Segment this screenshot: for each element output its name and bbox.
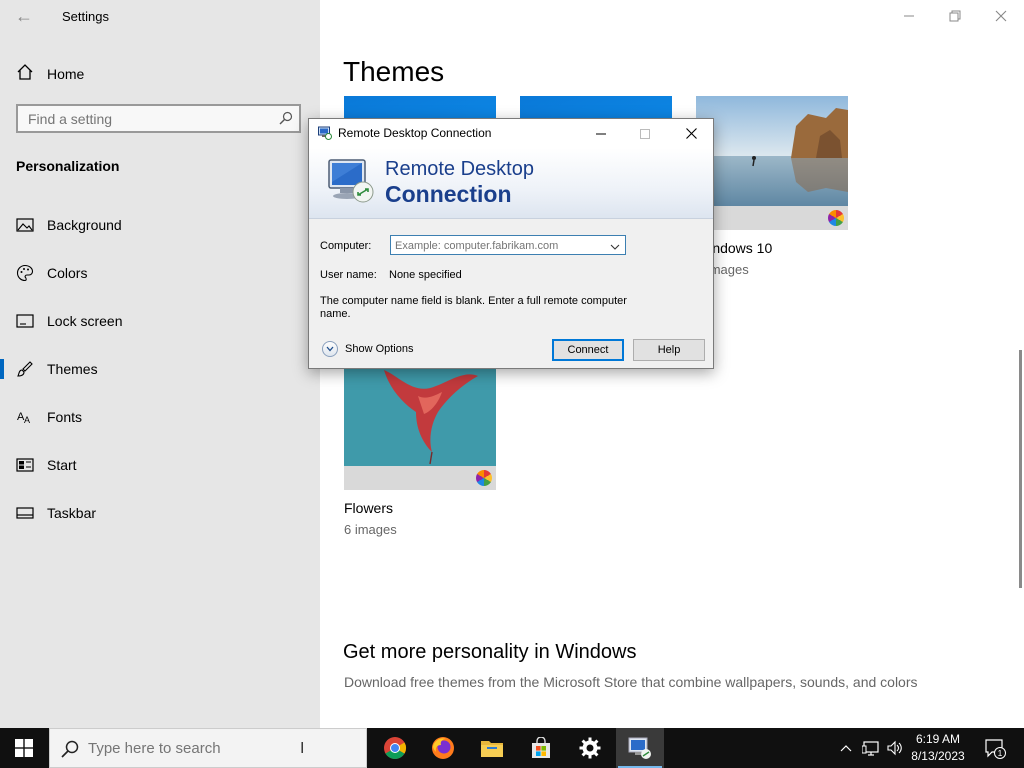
close-button[interactable] xyxy=(978,0,1024,32)
find-setting-input[interactable] xyxy=(18,106,278,131)
start-icon xyxy=(16,456,34,474)
dialog-minimize-button[interactable] xyxy=(579,119,623,148)
taskbar-icon xyxy=(16,504,34,522)
notification-badge: 1 xyxy=(998,748,1003,758)
theme-name: Windows 10 xyxy=(696,240,773,256)
page-title: Themes xyxy=(343,56,445,87)
dialog-title: Remote Desktop Connection xyxy=(338,126,492,140)
more-personality-description: Download free themes from the Microsoft … xyxy=(344,674,918,690)
theme-thumbnail-beach xyxy=(696,96,848,206)
clock-date: 8/13/2023 xyxy=(911,749,965,763)
find-setting-box xyxy=(16,104,301,133)
chevron-down-icon[interactable] xyxy=(610,239,620,257)
sidebar-item-lock-screen[interactable]: Lock screen xyxy=(0,305,320,337)
settings-gear-icon[interactable] xyxy=(566,728,614,768)
clock-time: 6:19 AM xyxy=(915,732,961,746)
banner-line-2: Connection xyxy=(385,181,512,207)
taskbar: I xyxy=(0,728,1024,768)
expand-chevron-icon xyxy=(322,341,338,357)
theme-image-count: 6 images xyxy=(344,522,397,537)
system-clock[interactable]: 6:19 AM 8/13/2023 xyxy=(902,731,974,765)
show-options-label: Show Options xyxy=(345,343,414,355)
dialog-titlebar[interactable]: Remote Desktop Connection xyxy=(309,119,713,148)
sidebar-item-label: Colors xyxy=(47,265,88,281)
theme-bar xyxy=(696,206,848,230)
section-title: Personalization xyxy=(16,158,120,174)
color-wheel-icon xyxy=(828,210,844,226)
help-button[interactable]: Help xyxy=(633,339,705,361)
show-hidden-icons-chevron-icon[interactable] xyxy=(836,728,856,768)
windows-logo-icon xyxy=(15,739,33,757)
app-title: Settings xyxy=(62,9,109,24)
start-button[interactable] xyxy=(0,728,48,768)
sidebar-item-colors[interactable]: Colors xyxy=(0,257,320,289)
nav-home[interactable]: Home xyxy=(16,62,84,86)
lock-screen-icon xyxy=(16,312,34,330)
more-personality-title: Get more personality in Windows xyxy=(343,641,637,663)
sidebar-item-label: Start xyxy=(47,457,77,473)
computer-combobox[interactable] xyxy=(390,235,626,255)
sidebar-item-fonts[interactable]: AA Fonts xyxy=(0,401,320,433)
sidebar-item-label: Fonts xyxy=(47,409,83,425)
sidebar-item-themes[interactable]: Themes xyxy=(0,353,320,385)
sidebar-item-label: Background xyxy=(47,217,122,233)
username-label: User name: xyxy=(320,269,377,281)
theme-thumbnail-flowers xyxy=(344,356,496,466)
search-icon[interactable] xyxy=(279,111,293,130)
font-icon: AA xyxy=(16,408,34,426)
file-explorer-icon[interactable] xyxy=(468,728,516,768)
picture-icon xyxy=(16,216,34,234)
theme-image-count: 5 images xyxy=(696,262,749,277)
remote-desktop-icon xyxy=(318,126,332,145)
remote-desktop-dialog: Remote Desktop Connection Remote Desktop… xyxy=(308,118,714,369)
search-icon xyxy=(60,739,80,764)
back-arrow-icon[interactable]: ← xyxy=(12,4,36,28)
sidebar-item-label: Lock screen xyxy=(47,313,123,329)
network-icon[interactable] xyxy=(860,728,882,768)
username-value: None specified xyxy=(389,269,462,281)
theme-name: Flowers xyxy=(344,500,394,516)
banner-line-1: Remote Desktop xyxy=(385,158,534,180)
remote-desktop-logo-icon xyxy=(325,156,377,211)
sidebar-item-label: Taskbar xyxy=(47,505,97,521)
home-icon xyxy=(16,63,38,86)
sidebar-item-background[interactable]: Background xyxy=(0,209,320,241)
theme-card-flowers[interactable]: Flowers 6 images xyxy=(344,356,496,537)
dialog-close-button[interactable] xyxy=(669,119,713,148)
show-options-toggle[interactable]: Show Options xyxy=(322,341,413,357)
brush-icon xyxy=(16,360,34,378)
restore-button[interactable] xyxy=(932,0,978,32)
theme-card-windows-10[interactable]: Windows 10 5 images xyxy=(696,96,848,277)
dialog-maximize-button xyxy=(623,119,667,148)
microsoft-store-icon[interactable] xyxy=(517,728,565,768)
chrome-icon[interactable] xyxy=(371,728,419,768)
sidebar-item-label: Themes xyxy=(47,361,98,377)
action-center-icon[interactable]: 1 xyxy=(980,728,1010,768)
palette-icon xyxy=(16,264,34,282)
remote-desktop-taskbar-icon[interactable] xyxy=(616,728,664,768)
scrollbar[interactable] xyxy=(1019,350,1022,588)
svg-text:A: A xyxy=(24,415,30,425)
taskbar-search-box[interactable]: I xyxy=(49,728,367,768)
minimize-button[interactable] xyxy=(886,0,932,32)
color-wheel-icon xyxy=(476,470,492,486)
connect-button[interactable]: Connect xyxy=(552,339,624,361)
firefox-icon[interactable] xyxy=(419,728,467,768)
sidebar-item-taskbar[interactable]: Taskbar xyxy=(0,497,320,529)
theme-bar xyxy=(344,466,496,490)
settings-sidebar: ← Settings Home Personalization Backgrou… xyxy=(0,0,320,728)
computer-label: Computer: xyxy=(320,240,372,252)
nav-home-label: Home xyxy=(47,66,85,82)
dialog-banner: Remote Desktop Connection xyxy=(309,148,713,219)
sidebar-item-start[interactable]: Start xyxy=(0,449,320,481)
text-cursor-icon: I xyxy=(300,740,305,757)
validation-message: The computer name field is blank. Enter … xyxy=(320,295,627,320)
computer-input[interactable] xyxy=(391,237,605,255)
